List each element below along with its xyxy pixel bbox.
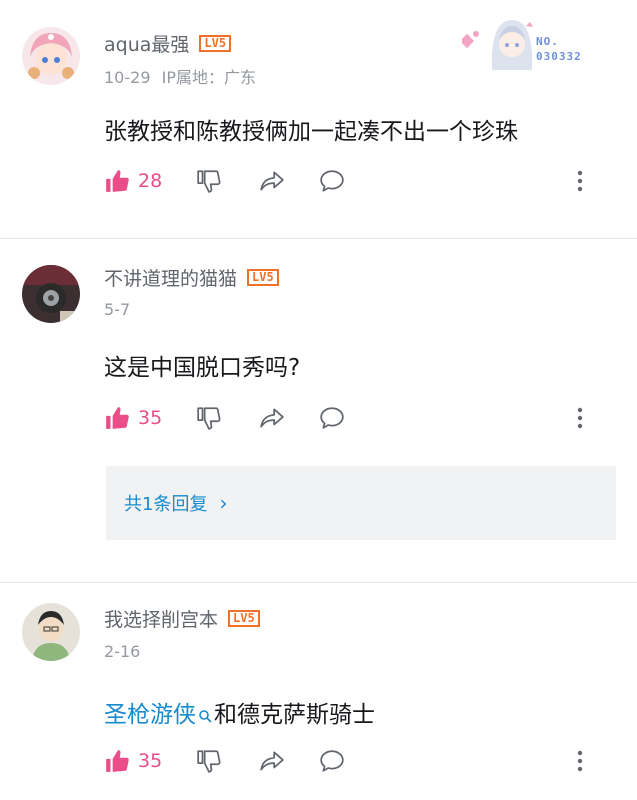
thumbs-up-icon: [106, 407, 129, 429]
comment-meta: 10-29 IP属地：广东: [104, 64, 256, 88]
more-button[interactable]: [570, 166, 590, 196]
like-count: 35: [138, 750, 163, 772]
more-icon: [577, 170, 583, 192]
comment-date: 10-29: [104, 68, 151, 87]
username[interactable]: 不讲道理的猫猫: [104, 264, 237, 291]
comment-content: 张教授和陈教授俩加一起凑不出一个珍珠: [104, 119, 518, 145]
fan-badge[interactable]: NO. 030332: [459, 12, 612, 82]
thumbs-down-icon: [197, 407, 221, 430]
more-icon: [577, 750, 583, 772]
comment-item: aqua最强 LV5 10-29 IP属地：广东 NO. 030332 张教授和…: [0, 0, 637, 240]
more-button[interactable]: [570, 403, 590, 433]
comment-date: 5-7: [104, 300, 131, 319]
username-row: 不讲道理的猫猫 LV5: [104, 264, 279, 291]
avatar[interactable]: [22, 265, 80, 323]
ip-location: IP属地：广东: [161, 68, 256, 87]
share-button[interactable]: [258, 746, 286, 776]
comment-actions: 35: [104, 403, 594, 433]
comment-content: 圣枪游侠 和德克萨斯骑士: [104, 695, 375, 729]
fan-badge-number: NO. 030332: [536, 35, 582, 63]
like-button[interactable]: 35: [104, 403, 162, 433]
comment-item: 不讲道理的猫猫 LV5 5-7 这是中国脱口秀吗? 35 共1条回复 ›: [0, 240, 637, 582]
like-count: 28: [138, 170, 163, 192]
share-icon: [260, 171, 284, 191]
replies-count-label: 共1条回复: [124, 494, 208, 515]
comment-meta: 2-16: [104, 642, 140, 661]
level-badge: LV5: [247, 269, 279, 286]
comment-item: 我选择削宫本 LV5 2-16 圣枪游侠 和德克萨斯骑士 35: [0, 583, 637, 800]
comment-icon: [320, 750, 344, 772]
level-badge: LV5: [199, 35, 232, 52]
avatar[interactable]: [22, 27, 80, 85]
reply-button[interactable]: [318, 403, 346, 433]
thumbs-up-icon: [106, 170, 129, 192]
username[interactable]: 我选择削宫本: [104, 605, 218, 632]
like-count: 35: [138, 407, 163, 429]
comment-meta: 5-7: [104, 300, 130, 319]
comment-icon: [320, 170, 344, 192]
share-icon: [260, 751, 284, 771]
level-badge: LV5: [228, 610, 260, 627]
reply-button[interactable]: [318, 166, 346, 196]
thumbs-down-icon: [197, 750, 221, 773]
thumbs-down-icon: [197, 170, 221, 193]
avatar[interactable]: [22, 603, 80, 661]
dislike-button[interactable]: [196, 746, 222, 776]
comment-text: 和德克萨斯骑士: [214, 702, 375, 728]
like-button[interactable]: 35: [104, 746, 162, 776]
comment-actions: 35: [104, 746, 594, 776]
thumbs-up-icon: [106, 750, 129, 772]
more-button[interactable]: [570, 746, 590, 776]
dislike-button[interactable]: [196, 166, 222, 196]
comment-content: 这是中国脱口秀吗?: [104, 355, 301, 381]
keyword-link[interactable]: 圣枪游侠: [104, 702, 196, 728]
search-icon[interactable]: [198, 709, 212, 723]
share-button[interactable]: [258, 403, 286, 433]
comment-date: 2-16: [104, 642, 141, 661]
more-icon: [577, 407, 583, 429]
chevron-right-icon: ›: [219, 491, 228, 515]
comment-icon: [320, 407, 344, 429]
divider: [0, 238, 637, 239]
reply-button[interactable]: [318, 746, 346, 776]
view-replies-button[interactable]: 共1条回复 ›: [106, 466, 616, 540]
username-row: aqua最强 LV5: [104, 30, 232, 57]
dislike-button[interactable]: [196, 403, 222, 433]
username-row: 我选择削宫本 LV5: [104, 605, 260, 632]
like-button[interactable]: 28: [104, 166, 162, 196]
share-button[interactable]: [258, 166, 286, 196]
username[interactable]: aqua最强: [104, 30, 189, 57]
comment-actions: 28: [104, 166, 594, 196]
share-icon: [260, 408, 284, 428]
